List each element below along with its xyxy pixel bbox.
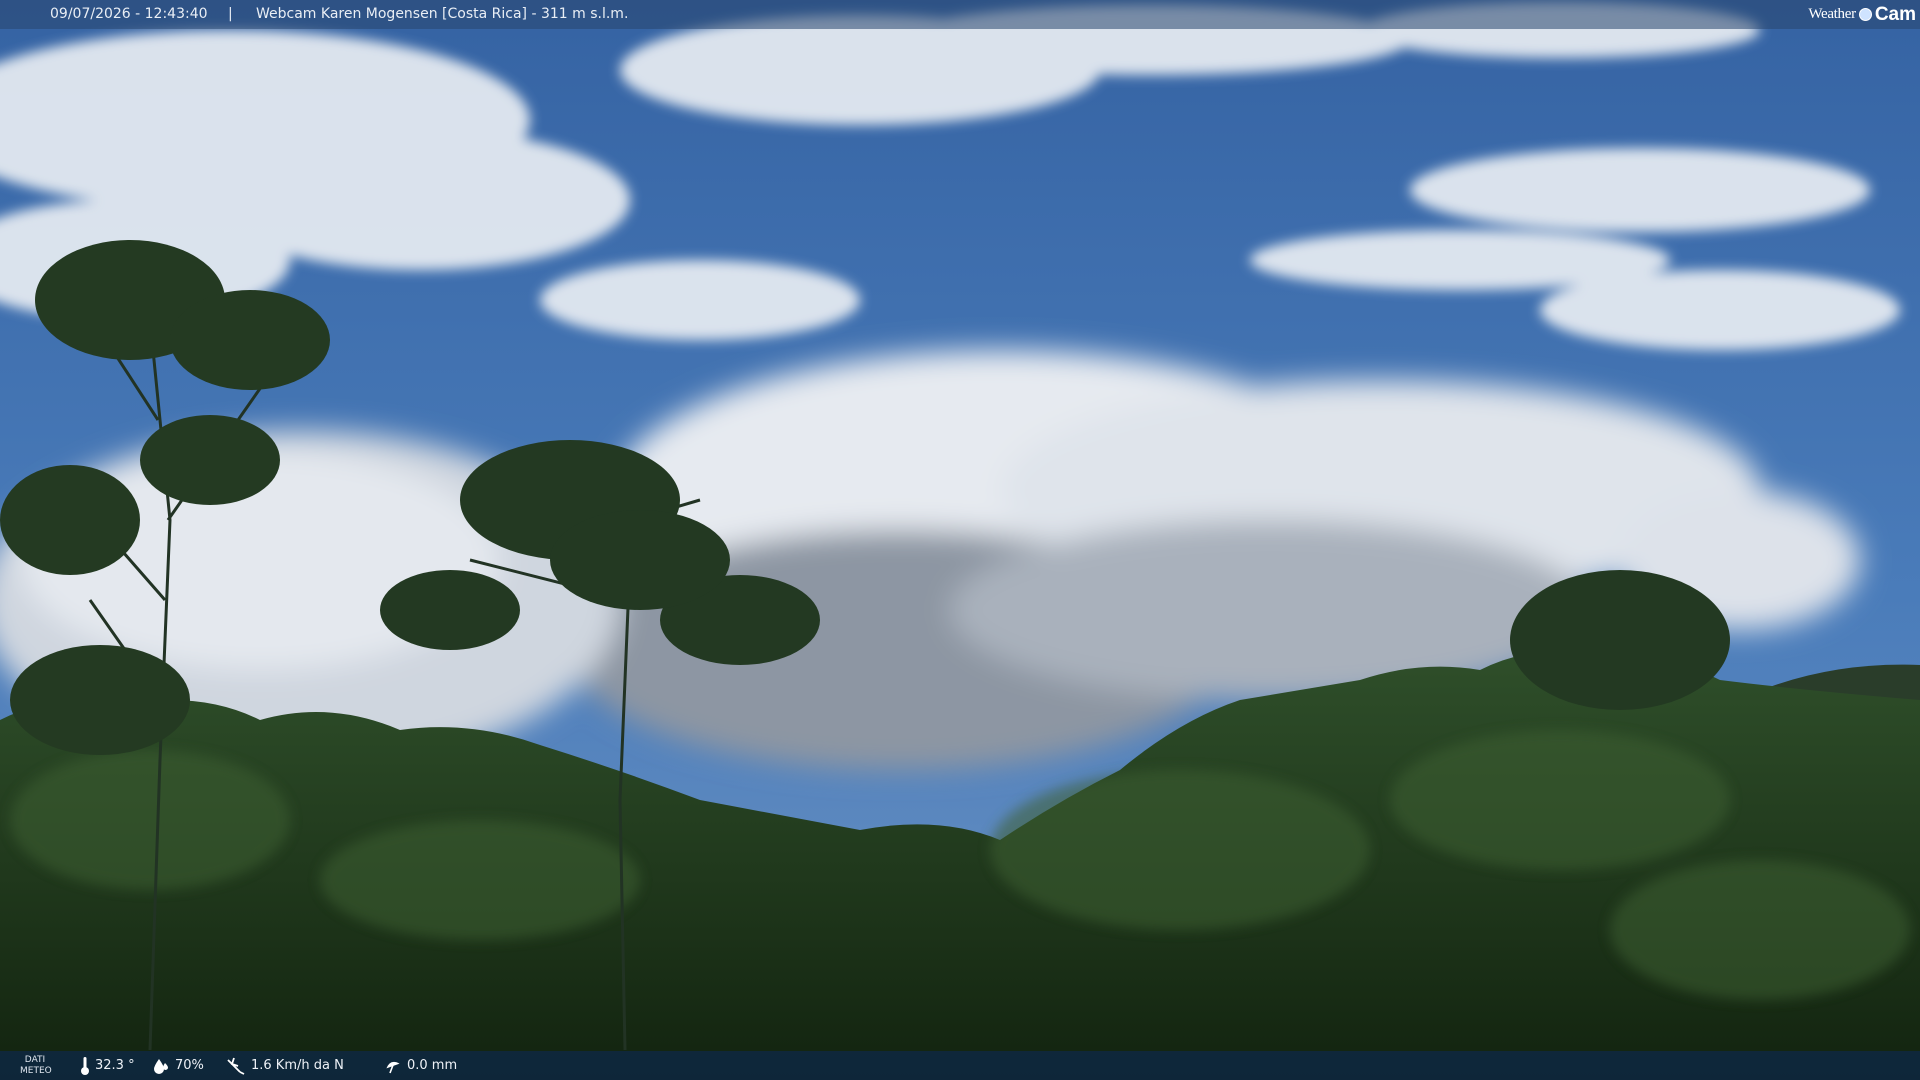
thermometer-icon: [81, 1056, 89, 1075]
globe-icon: [1858, 8, 1872, 21]
weather-data-bar: DATI METEO 32.3 ° 70% 1.6 Km/h da N 0.0 …: [0, 1051, 1920, 1080]
temperature-reading: 32.3 °: [80, 1051, 135, 1080]
camera-title: Webcam Karen Mogensen [Costa Rica] - 311…: [256, 6, 629, 22]
header-bar: 09/07/2026 - 12:43:40 | Webcam Karen Mog…: [0, 0, 1920, 29]
wind-value: 1.6 Km/h da N: [251, 1058, 344, 1073]
weather-data-label: DATI METEO: [20, 1055, 52, 1076]
rain-value: 0.0 mm: [407, 1058, 458, 1073]
temperature-value: 32.3 °: [95, 1058, 135, 1073]
droplet-icon: [154, 1058, 168, 1074]
header-separator: |: [228, 6, 233, 22]
wind-icon: [227, 1057, 245, 1075]
datetime: 09/07/2026 - 12:43:40: [50, 6, 208, 22]
webcam-image: [0, 0, 1920, 1080]
umbrella-icon: [386, 1061, 400, 1073]
humidity-value: 70%: [175, 1058, 204, 1073]
wind-reading: 1.6 Km/h da N: [226, 1051, 344, 1080]
weathercam-logo: Weather Cam: [1808, 0, 1916, 29]
humidity-reading: 70%: [152, 1051, 204, 1080]
rain-reading: 0.0 mm: [384, 1051, 457, 1080]
logo-cam: Cam: [1874, 4, 1916, 25]
logo-word: Weather: [1808, 6, 1856, 22]
